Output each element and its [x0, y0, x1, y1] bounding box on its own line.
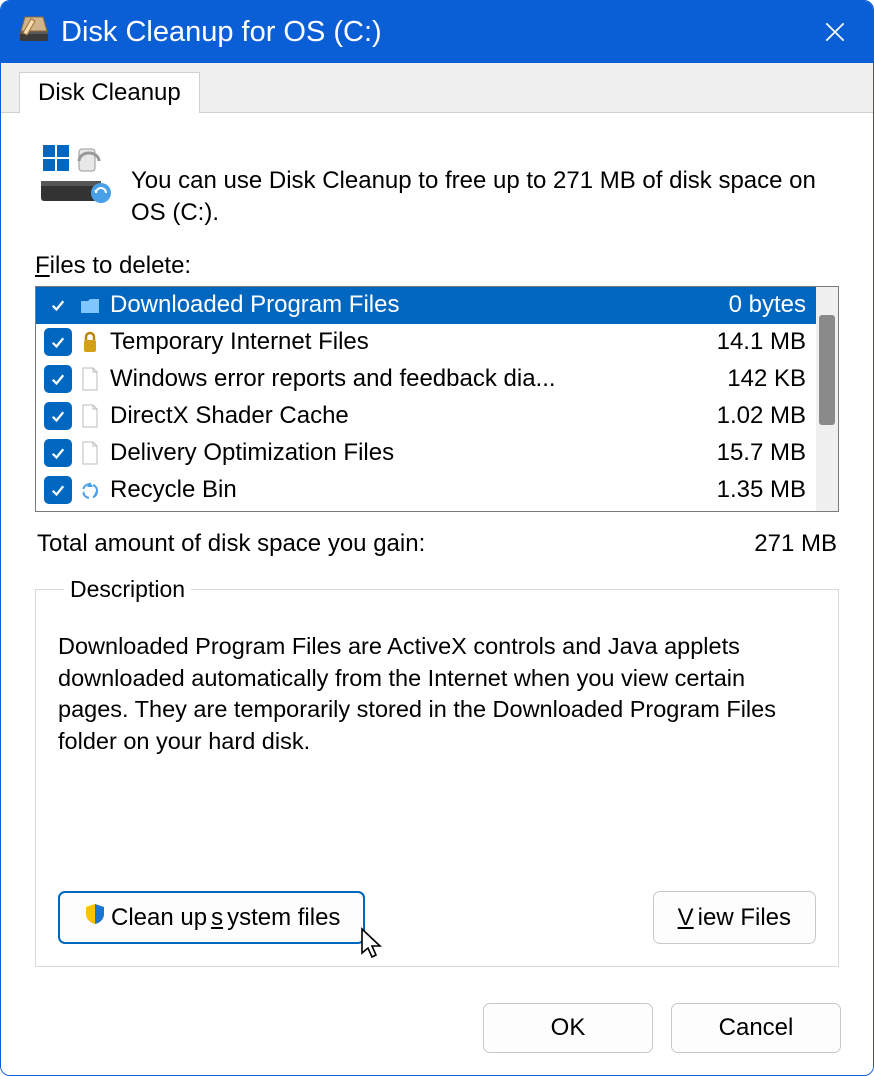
ok-button[interactable]: OK	[483, 1003, 653, 1053]
item-size: 0 bytes	[696, 291, 806, 319]
intro-text: You can use Disk Cleanup to free up to 2…	[131, 141, 839, 230]
check-icon	[49, 333, 67, 351]
description-group: Description Downloaded Program Files are…	[35, 576, 839, 967]
disk-cleanup-dialog: Disk Cleanup for OS (C:) Disk Cleanup	[0, 0, 874, 1076]
scrollbar-thumb[interactable]	[819, 315, 835, 425]
checkbox[interactable]	[44, 402, 72, 430]
check-icon	[49, 444, 67, 462]
lock-icon	[78, 328, 102, 356]
shield-icon	[83, 902, 107, 933]
list-item[interactable]: DirectX Shader Cache 1.02 MB	[36, 398, 816, 435]
window-title: Disk Cleanup for OS (C:)	[61, 16, 805, 49]
item-size: 1.02 MB	[696, 402, 806, 430]
checkbox[interactable]	[44, 328, 72, 356]
description-legend: Description	[64, 576, 191, 603]
list-item[interactable]: Temporary Internet Files 14.1 MB	[36, 324, 816, 361]
item-size: 1.35 MB	[696, 476, 806, 504]
dialog-footer: OK Cancel	[1, 985, 873, 1075]
file-icon	[78, 439, 102, 467]
close-icon	[822, 19, 848, 45]
list-item[interactable]: Windows error reports and feedback dia..…	[36, 361, 816, 398]
item-name: Temporary Internet Files	[108, 328, 690, 356]
titlebar: Disk Cleanup for OS (C:)	[1, 1, 873, 63]
disk-cleanup-large-icon	[39, 141, 113, 210]
list-item[interactable]: Delivery Optimization Files 15.7 MB	[36, 435, 816, 472]
disk-cleanup-app-icon	[17, 13, 51, 52]
checkbox[interactable]	[44, 365, 72, 393]
clean-up-system-files-button[interactable]: Clean up system files	[58, 891, 365, 944]
item-name: Downloaded Program Files	[108, 291, 690, 319]
intro-row: You can use Disk Cleanup to free up to 2…	[39, 141, 839, 230]
check-icon	[49, 481, 67, 499]
tab-strip: Disk Cleanup	[1, 63, 873, 113]
recycle-icon	[78, 476, 102, 504]
item-name: Windows error reports and feedback dia..…	[108, 365, 690, 393]
check-icon	[49, 407, 67, 425]
description-text: Downloaded Program Files are ActiveX con…	[58, 631, 816, 871]
close-button[interactable]	[805, 1, 865, 63]
total-row: Total amount of disk space you gain: 271…	[37, 530, 837, 558]
check-icon	[49, 296, 67, 314]
scrollbar[interactable]	[816, 287, 838, 511]
item-name: DirectX Shader Cache	[108, 402, 690, 430]
content-area: You can use Disk Cleanup to free up to 2…	[1, 112, 873, 985]
file-icon	[78, 402, 102, 430]
view-files-button[interactable]: View Files	[653, 891, 816, 944]
item-size: 142 KB	[696, 365, 806, 393]
files-list: Downloaded Program Files 0 bytes Tempora…	[35, 286, 839, 512]
item-size: 14.1 MB	[696, 328, 806, 356]
item-size: 15.7 MB	[696, 439, 806, 467]
item-name: Delivery Optimization Files	[108, 439, 690, 467]
tab-disk-cleanup[interactable]: Disk Cleanup	[19, 72, 200, 113]
checkbox[interactable]	[44, 476, 72, 504]
file-icon	[78, 365, 102, 393]
files-to-delete-label: Files to delete:	[35, 252, 839, 280]
total-value: 271 MB	[754, 530, 837, 558]
cancel-button[interactable]: Cancel	[671, 1003, 841, 1053]
folder-blue-icon	[78, 291, 102, 319]
total-label: Total amount of disk space you gain:	[37, 530, 754, 558]
check-icon	[49, 370, 67, 388]
list-item[interactable]: Recycle Bin 1.35 MB	[36, 472, 816, 509]
item-name: Recycle Bin	[108, 476, 690, 504]
checkbox[interactable]	[44, 291, 72, 319]
checkbox[interactable]	[44, 439, 72, 467]
list-item[interactable]: Downloaded Program Files 0 bytes	[36, 287, 816, 324]
